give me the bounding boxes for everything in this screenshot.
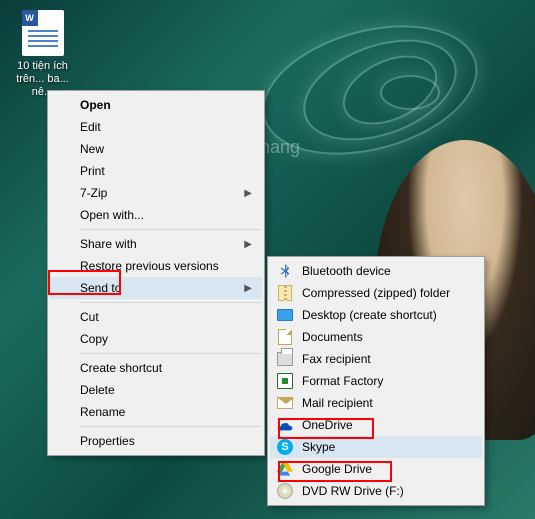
- menu-label: Mail recipient: [302, 396, 373, 410]
- menu-label: Google Drive: [302, 462, 372, 476]
- menu-separator: [80, 229, 261, 230]
- sendto-fax[interactable]: Fax recipient: [270, 348, 482, 370]
- menu-label: Create shortcut: [80, 361, 162, 375]
- menu-label: Edit: [80, 120, 101, 134]
- menu-copy[interactable]: Copy: [50, 328, 262, 350]
- skype-icon: S: [276, 438, 294, 456]
- menu-label: Desktop (create shortcut): [302, 308, 437, 322]
- sendto-google-drive[interactable]: Google Drive: [270, 458, 482, 480]
- menu-label: Restore previous versions: [80, 259, 219, 273]
- submenu-arrow-icon: ▶: [244, 283, 252, 294]
- sendto-onedrive[interactable]: OneDrive: [270, 414, 482, 436]
- desktop-icon: [276, 306, 294, 324]
- dvd-drive-icon: [276, 482, 294, 500]
- google-drive-icon: [276, 460, 294, 478]
- submenu-arrow-icon: ▶: [244, 188, 252, 199]
- documents-icon: [276, 328, 294, 346]
- menu-label: Cut: [80, 310, 99, 324]
- menu-share-with[interactable]: Share with ▶: [50, 233, 262, 255]
- menu-label: Open: [80, 98, 111, 112]
- menu-label: Copy: [80, 332, 108, 346]
- word-badge: W: [22, 10, 38, 26]
- menu-label: Print: [80, 164, 105, 178]
- menu-label: Delete: [80, 383, 115, 397]
- sendto-mail[interactable]: Mail recipient: [270, 392, 482, 414]
- word-document-icon: W: [22, 10, 64, 56]
- menu-label: Compressed (zipped) folder: [302, 286, 450, 300]
- submenu-arrow-icon: ▶: [244, 239, 252, 250]
- menu-open[interactable]: Open: [50, 94, 262, 116]
- sendto-documents[interactable]: Documents: [270, 326, 482, 348]
- send-to-submenu: Bluetooth device Compressed (zipped) fol…: [267, 256, 485, 506]
- menu-print[interactable]: Print: [50, 160, 262, 182]
- menu-label: Documents: [302, 330, 363, 344]
- sendto-zip[interactable]: Compressed (zipped) folder: [270, 282, 482, 304]
- sendto-dvd[interactable]: DVD RW Drive (F:): [270, 480, 482, 502]
- menu-separator: [80, 302, 261, 303]
- menu-label: Fax recipient: [302, 352, 371, 366]
- menu-label: 7-Zip: [80, 186, 107, 200]
- menu-label: Skype: [302, 440, 335, 454]
- menu-restore-previous[interactable]: Restore previous versions: [50, 255, 262, 277]
- menu-send-to[interactable]: Send to ▶: [50, 277, 262, 299]
- context-menu: Open Edit New Print 7-Zip▶ Open with... …: [47, 90, 265, 456]
- sendto-bluetooth[interactable]: Bluetooth device: [270, 260, 482, 282]
- desktop-file-icon[interactable]: W 10 tiện ích trên... ba... nê...: [10, 10, 75, 100]
- zip-folder-icon: [276, 284, 294, 302]
- bluetooth-icon: [276, 262, 294, 280]
- sendto-format-factory[interactable]: Format Factory: [270, 370, 482, 392]
- menu-label: DVD RW Drive (F:): [302, 484, 404, 498]
- menu-label: OneDrive: [302, 418, 353, 432]
- menu-edit[interactable]: Edit: [50, 116, 262, 138]
- menu-label: Properties: [80, 434, 135, 448]
- menu-label: Share with: [80, 237, 137, 251]
- menu-create-shortcut[interactable]: Create shortcut: [50, 357, 262, 379]
- menu-new[interactable]: New: [50, 138, 262, 160]
- menu-delete[interactable]: Delete: [50, 379, 262, 401]
- bg-swirl: [380, 75, 440, 110]
- menu-label: Open with...: [80, 208, 144, 222]
- fax-icon: [276, 350, 294, 368]
- menu-label: New: [80, 142, 104, 156]
- menu-open-with[interactable]: Open with...: [50, 204, 262, 226]
- menu-properties[interactable]: Properties: [50, 430, 262, 452]
- menu-7zip[interactable]: 7-Zip ▶: [50, 182, 262, 204]
- menu-label: Send to: [80, 281, 121, 295]
- mail-icon: [276, 394, 294, 412]
- menu-label: Format Factory: [302, 374, 383, 388]
- menu-label: Bluetooth device: [302, 264, 391, 278]
- menu-separator: [80, 353, 261, 354]
- menu-separator: [80, 426, 261, 427]
- onedrive-icon: [276, 416, 294, 434]
- menu-rename[interactable]: Rename: [50, 401, 262, 423]
- sendto-skype[interactable]: S Skype: [270, 436, 482, 458]
- sendto-desktop[interactable]: Desktop (create shortcut): [270, 304, 482, 326]
- format-factory-icon: [276, 372, 294, 390]
- menu-cut[interactable]: Cut: [50, 306, 262, 328]
- menu-label: Rename: [80, 405, 125, 419]
